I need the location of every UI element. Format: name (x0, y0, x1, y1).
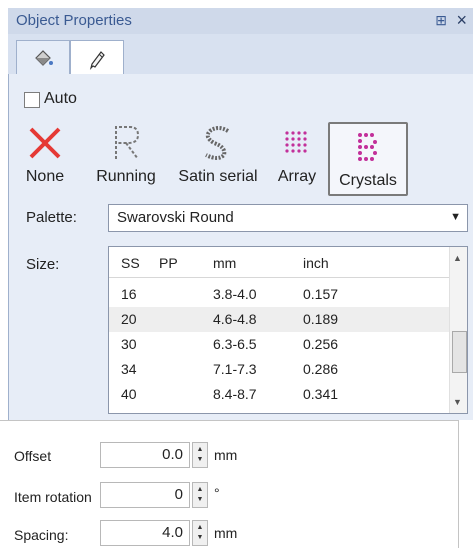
palette-dropdown[interactable]: Swarovski Round ▼ (108, 204, 468, 232)
table-row-selected[interactable]: 20 4.6-4.8 0.189 (109, 307, 449, 332)
type-satin-serial-button[interactable]: Satin serial (172, 120, 264, 194)
type-crystals-label: Crystals (339, 172, 397, 189)
item-rotation-unit: ° (214, 485, 220, 501)
type-none-button[interactable]: None (20, 120, 70, 194)
cell-mm: 6.3-6.5 (213, 336, 257, 352)
spin-up-icon[interactable]: ▲ (197, 485, 204, 495)
cell-inch: 0.189 (303, 311, 339, 327)
type-array-label: Array (277, 168, 317, 185)
offset-unit: mm (214, 447, 238, 463)
auto-checkbox[interactable] (24, 92, 40, 108)
spin-down-icon[interactable]: ▼ (197, 495, 204, 505)
spin-up-icon[interactable]: ▲ (197, 523, 204, 533)
table-row[interactable]: 40 8.4-8.7 0.341 (109, 382, 449, 407)
spin-down-icon[interactable]: ▼ (197, 455, 204, 465)
palette-value: Swarovski Round (117, 209, 234, 226)
column-header-ss: SS (121, 255, 140, 271)
running-r-icon (115, 126, 140, 160)
cell-inch: 0.256 (303, 336, 339, 352)
type-none-label: None (25, 168, 65, 185)
cell-mm: 4.6-4.8 (213, 311, 257, 327)
type-running-label: Running (96, 168, 156, 185)
tab-outline[interactable] (70, 40, 124, 76)
spacing-input[interactable]: 4.0 (100, 520, 190, 546)
red-x-icon (29, 127, 61, 159)
type-crystals-button[interactable]: Crystals (328, 122, 408, 196)
spin-up-icon[interactable]: ▲ (197, 445, 204, 455)
tab-fill[interactable] (16, 40, 70, 75)
pen-nib-icon (89, 50, 105, 70)
offset-value: 0.0 (162, 446, 183, 463)
table-row[interactable]: 16 3.8-4.0 0.157 (109, 282, 449, 307)
panel-title-bar: Object Properties ⊞ × (8, 8, 473, 35)
cell-mm: 3.8-4.0 (213, 286, 257, 302)
pin-icon[interactable]: ⊞ (435, 12, 447, 29)
cell-inch: 0.286 (303, 361, 339, 377)
chevron-down-icon: ▼ (450, 211, 461, 223)
offset-label: Offset (14, 448, 52, 464)
cell-ss: 40 (121, 386, 137, 402)
cell-ss: 16 (121, 286, 137, 302)
fill-bucket-icon (35, 50, 53, 66)
item-rotation-spinner[interactable]: ▲ ▼ (192, 482, 208, 508)
column-header-pp: PP (159, 255, 178, 271)
cell-mm: 7.1-7.3 (213, 361, 257, 377)
cell-inch: 0.157 (303, 286, 339, 302)
size-list-header: SS PP mm inch (109, 247, 449, 278)
table-row[interactable]: 30 6.3-6.5 0.256 (109, 332, 449, 357)
close-icon[interactable]: × (456, 10, 467, 31)
spin-down-icon[interactable]: ▼ (197, 533, 204, 543)
array-grid-icon (285, 131, 307, 153)
divider (458, 420, 459, 548)
size-list-scrollbar[interactable]: ▲ ▼ (449, 247, 467, 413)
table-row[interactable]: 34 7.1-7.3 0.286 (109, 357, 449, 382)
offset-spinner[interactable]: ▲ ▼ (192, 442, 208, 468)
panel-title: Object Properties (16, 12, 132, 29)
type-satin-serial-label: Satin serial (178, 168, 258, 185)
size-label: Size: (26, 256, 60, 273)
cell-inch: 0.341 (303, 386, 339, 402)
cell-ss: 20 (121, 311, 137, 327)
auto-label: Auto (44, 90, 77, 107)
item-rotation-label: Item rotation (14, 489, 92, 505)
palette-label: Palette: (26, 209, 77, 226)
type-array-button[interactable]: Array (270, 120, 324, 194)
spacing-label: Spacing: (14, 527, 69, 543)
scroll-down-icon[interactable]: ▼ (453, 397, 462, 407)
offset-input[interactable]: 0.0 (100, 442, 190, 468)
column-header-inch: inch (303, 255, 329, 271)
spacing-unit: mm (214, 525, 238, 541)
spacing-spinner[interactable]: ▲ ▼ (192, 520, 208, 546)
item-rotation-value: 0 (174, 486, 183, 503)
column-header-mm: mm (213, 255, 237, 271)
cell-mm: 8.4-8.7 (213, 386, 257, 402)
scrollbar-thumb[interactable] (452, 331, 467, 373)
scroll-up-icon[interactable]: ▲ (453, 253, 462, 263)
satin-s-icon (205, 126, 230, 160)
type-running-button[interactable]: Running (90, 120, 162, 194)
cell-ss: 34 (121, 361, 137, 377)
spacing-value: 4.0 (162, 524, 183, 541)
size-list[interactable]: SS PP mm inch 16 3.8-4.0 0.157 20 4.6-4.… (108, 246, 468, 414)
item-rotation-input[interactable]: 0 (100, 482, 190, 508)
tab-strip (8, 34, 473, 76)
cell-ss: 30 (121, 336, 137, 352)
crystals-icon (358, 133, 377, 161)
